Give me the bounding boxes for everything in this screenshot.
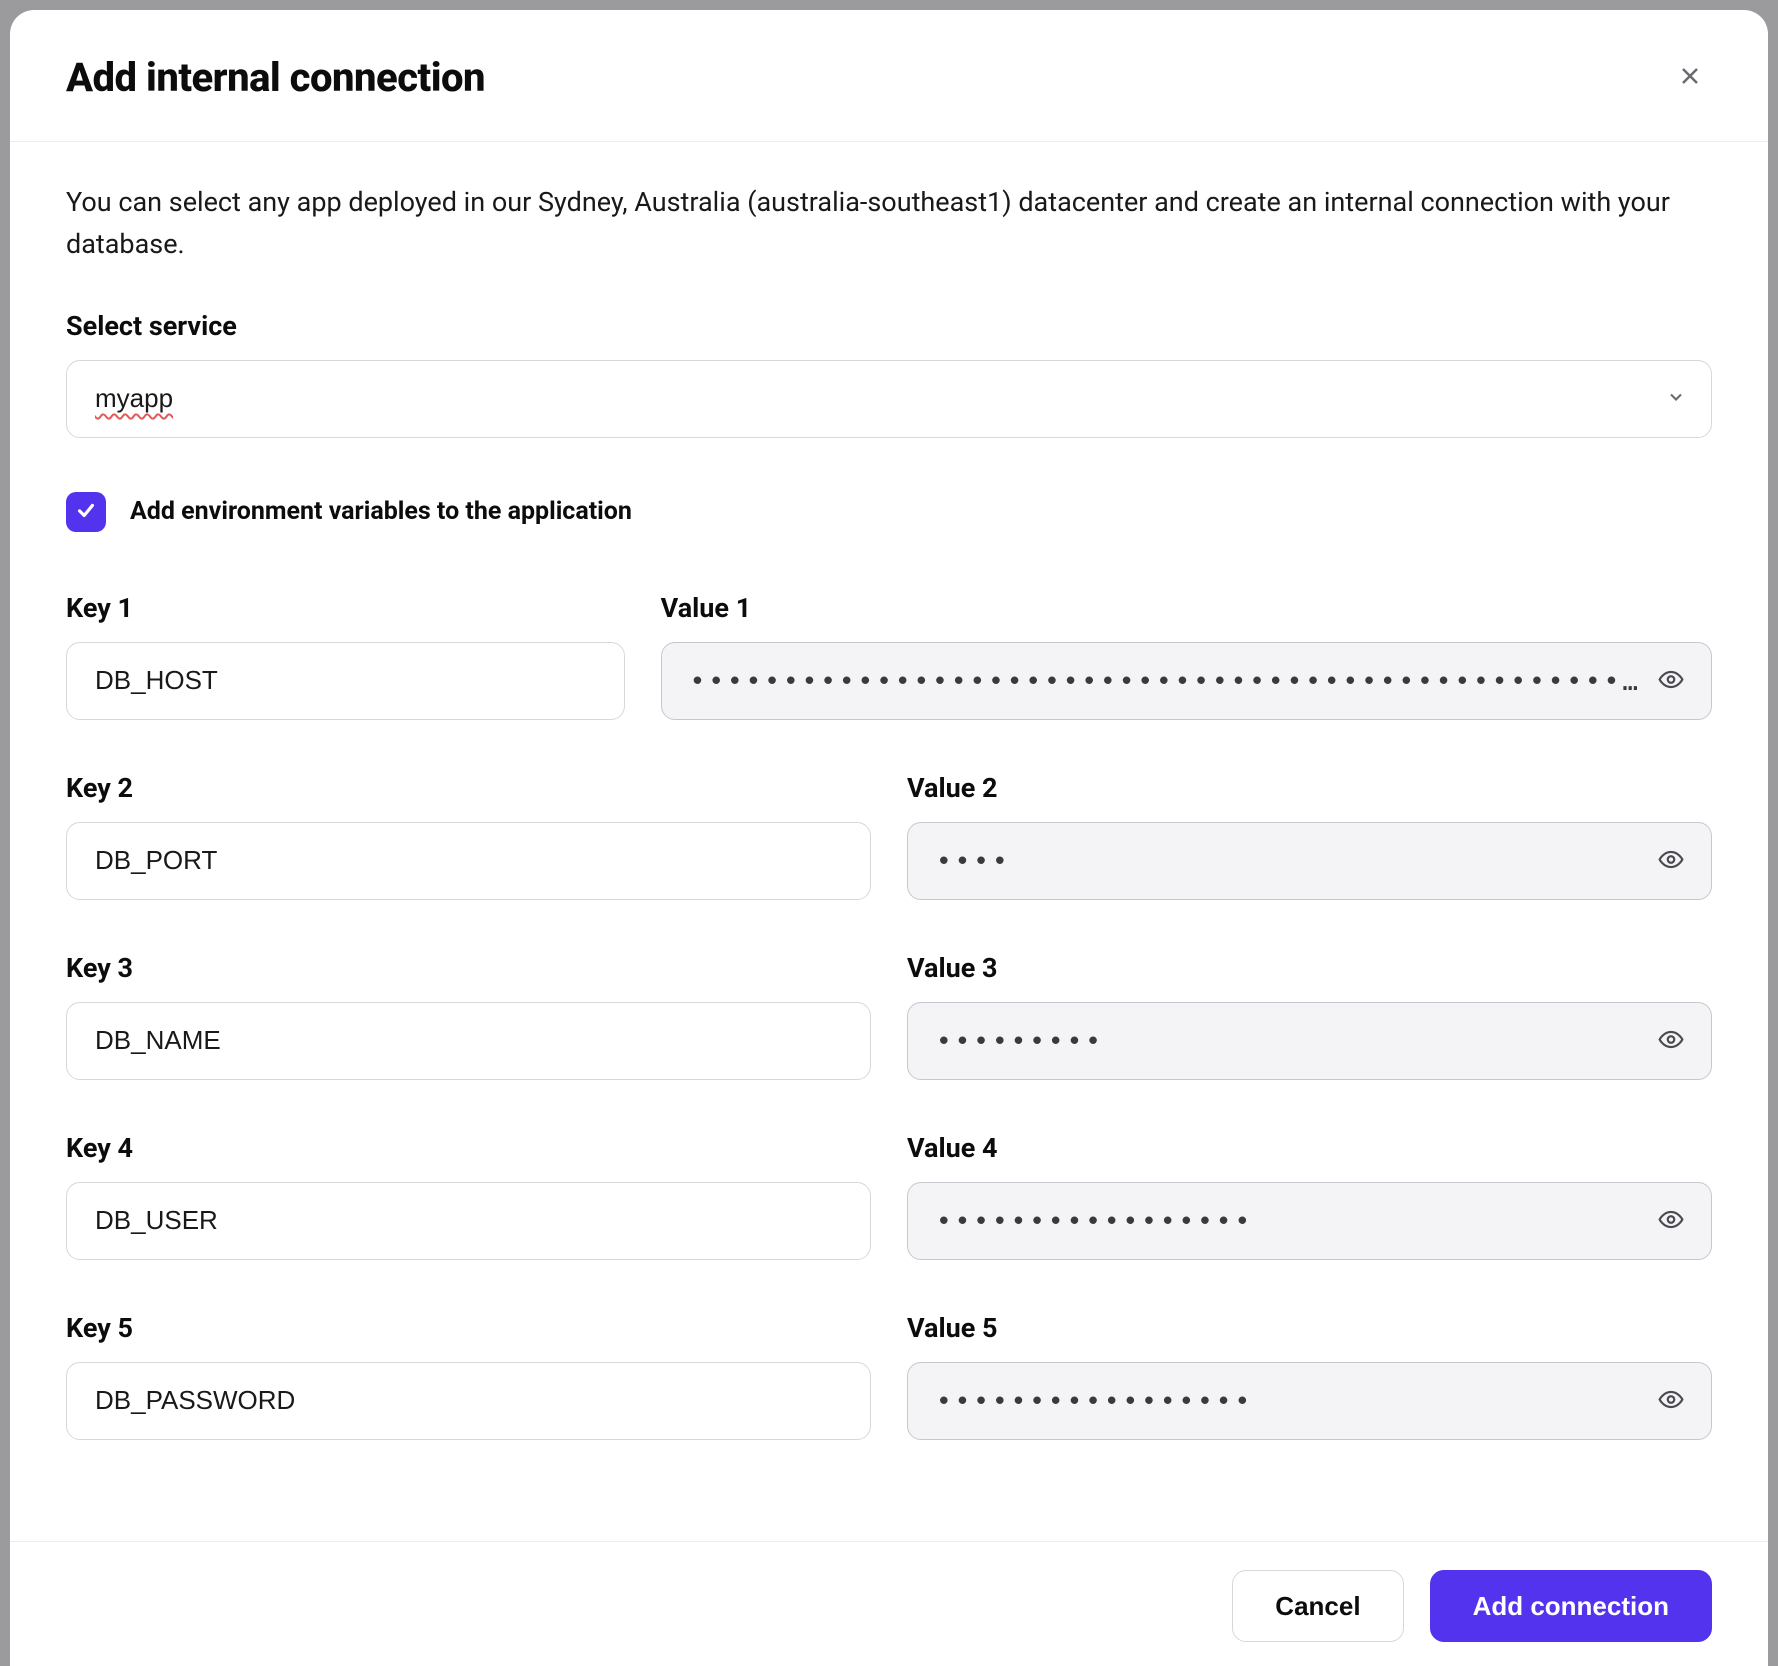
value-input[interactable]: ••••••••••••••••• — [907, 1362, 1712, 1440]
value-input[interactable]: ••••••••••••••••••••••••••••••••••••••••… — [661, 642, 1712, 720]
key-label: Key 2 — [66, 772, 871, 804]
value-label: Value 4 — [907, 1132, 1712, 1164]
value-input[interactable]: ••••••••••••••••• — [907, 1182, 1712, 1260]
key-col: Key 2 — [66, 772, 871, 900]
value-input-wrap: ••••••••• — [907, 1002, 1712, 1080]
eye-icon — [1658, 680, 1684, 695]
eye-icon — [1658, 1220, 1684, 1235]
key-input[interactable] — [66, 1182, 871, 1260]
value-label: Value 3 — [907, 952, 1712, 984]
modal-description: You can select any app deployed in our S… — [66, 182, 1712, 266]
value-col: Value 2 •••• — [907, 772, 1712, 900]
modal-header: Add internal connection — [10, 10, 1768, 142]
eye-icon — [1658, 1400, 1684, 1415]
key-label: Key 5 — [66, 1312, 871, 1344]
key-col: Key 5 — [66, 1312, 871, 1440]
modal-footer: Cancel Add connection — [10, 1541, 1768, 1666]
value-label: Value 1 — [661, 592, 1712, 624]
reveal-value-button[interactable] — [1652, 1200, 1690, 1241]
value-label: Value 5 — [907, 1312, 1712, 1344]
reveal-value-button[interactable] — [1652, 1020, 1690, 1061]
value-input-wrap: •••• — [907, 822, 1712, 900]
value-col: Value 1 •••••••••••••••••••••••••••••••••… — [661, 592, 1712, 720]
modal-body: You can select any app deployed in our S… — [10, 142, 1768, 1541]
eye-icon — [1658, 1040, 1684, 1055]
reveal-value-button[interactable] — [1652, 660, 1690, 701]
select-service-value: myapp — [95, 383, 173, 413]
key-col: Key 3 — [66, 952, 871, 1080]
add-env-vars-row: Add environment variables to the applica… — [66, 492, 1712, 532]
modal-title: Add internal connection — [66, 54, 485, 101]
value-input[interactable]: •••• — [907, 822, 1712, 900]
env-var-row: Key 3 Value 3 ••••••••• — [66, 952, 1712, 1080]
value-input[interactable]: ••••••••• — [907, 1002, 1712, 1080]
close-icon — [1678, 64, 1702, 91]
add-connection-button[interactable]: Add connection — [1430, 1570, 1712, 1642]
key-label: Key 1 — [66, 592, 625, 624]
key-input[interactable] — [66, 642, 625, 720]
env-var-grid: Key 1Value 1••••••••••••••••••••••••••••… — [66, 592, 1712, 1440]
value-input-wrap: ••••••••••••••••••••••••••••••••••••••••… — [661, 642, 1712, 720]
eye-icon — [1658, 860, 1684, 875]
value-col: Value 3 ••••••••• — [907, 952, 1712, 1080]
key-input[interactable] — [66, 1362, 871, 1440]
add-internal-connection-modal: Add internal connection You can select a… — [10, 10, 1768, 1666]
select-service-label: Select service — [66, 310, 1712, 342]
check-icon — [75, 499, 97, 525]
value-col: Value 4 ••••••••••••••••• — [907, 1132, 1712, 1260]
key-col: Key 1 — [66, 592, 625, 720]
close-button[interactable] — [1668, 56, 1712, 100]
env-var-row: Key 2 Value 2 •••• — [66, 772, 1712, 900]
select-service-wrap: myapp — [66, 360, 1712, 438]
reveal-value-button[interactable] — [1652, 1380, 1690, 1421]
env-var-row: Key 4 Value 4 ••••••••••••••••• — [66, 1132, 1712, 1260]
add-env-vars-label: Add environment variables to the applica… — [130, 497, 632, 526]
key-col: Key 4 — [66, 1132, 871, 1260]
env-var-row: Key 1 Value 1 ••••••••••••••••••••••••••••… — [66, 592, 1712, 720]
cancel-button[interactable]: Cancel — [1232, 1570, 1403, 1642]
env-var-row: Key 5 Value 5 ••••••••••••••••• — [66, 1312, 1712, 1440]
key-label: Key 3 — [66, 952, 871, 984]
select-service-dropdown[interactable]: myapp — [66, 360, 1712, 438]
value-col: Value 5 ••••••••••••••••• — [907, 1312, 1712, 1440]
key-label: Key 4 — [66, 1132, 871, 1164]
value-input-wrap: ••••••••••••••••• — [907, 1362, 1712, 1440]
add-env-vars-checkbox[interactable] — [66, 492, 106, 532]
value-input-wrap: ••••••••••••••••• — [907, 1182, 1712, 1260]
key-input[interactable] — [66, 822, 871, 900]
value-label: Value 2 — [907, 772, 1712, 804]
reveal-value-button[interactable] — [1652, 840, 1690, 881]
key-input[interactable] — [66, 1002, 871, 1080]
